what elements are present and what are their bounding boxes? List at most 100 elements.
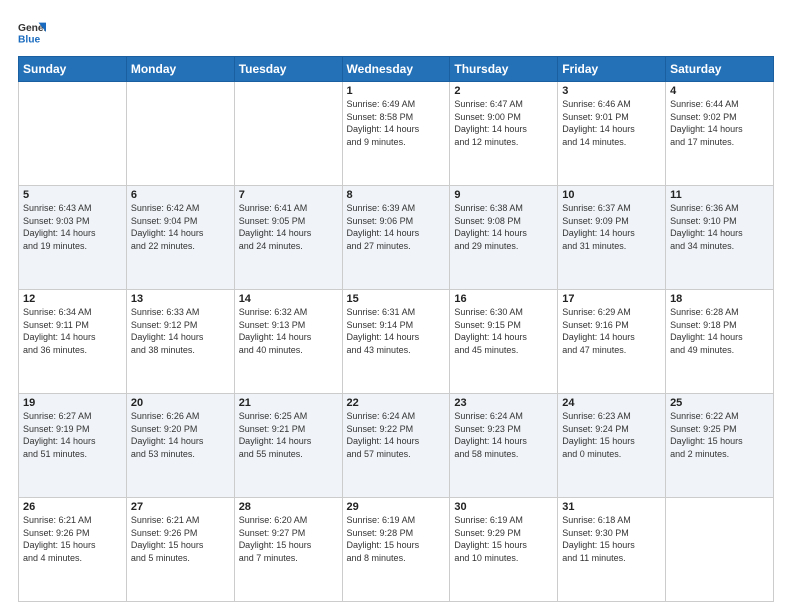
calendar-cell: 10Sunrise: 6:37 AM Sunset: 9:09 PM Dayli…	[558, 186, 666, 290]
weekday-header-saturday: Saturday	[666, 57, 774, 82]
header: General Blue	[18, 18, 774, 46]
day-number: 22	[347, 397, 446, 409]
day-info: Sunrise: 6:31 AM Sunset: 9:14 PM Dayligh…	[347, 306, 446, 356]
calendar-cell: 24Sunrise: 6:23 AM Sunset: 9:24 PM Dayli…	[558, 394, 666, 498]
day-info: Sunrise: 6:28 AM Sunset: 9:18 PM Dayligh…	[670, 306, 769, 356]
calendar-cell: 17Sunrise: 6:29 AM Sunset: 9:16 PM Dayli…	[558, 290, 666, 394]
day-number: 8	[347, 189, 446, 201]
day-info: Sunrise: 6:29 AM Sunset: 9:16 PM Dayligh…	[562, 306, 661, 356]
calendar-cell: 27Sunrise: 6:21 AM Sunset: 9:26 PM Dayli…	[126, 498, 234, 602]
day-info: Sunrise: 6:20 AM Sunset: 9:27 PM Dayligh…	[239, 514, 338, 564]
calendar-cell: 21Sunrise: 6:25 AM Sunset: 9:21 PM Dayli…	[234, 394, 342, 498]
calendar-cell: 15Sunrise: 6:31 AM Sunset: 9:14 PM Dayli…	[342, 290, 450, 394]
calendar-cell: 9Sunrise: 6:38 AM Sunset: 9:08 PM Daylig…	[450, 186, 558, 290]
calendar-cell: 22Sunrise: 6:24 AM Sunset: 9:22 PM Dayli…	[342, 394, 450, 498]
day-number: 2	[454, 85, 553, 97]
calendar-cell: 5Sunrise: 6:43 AM Sunset: 9:03 PM Daylig…	[19, 186, 127, 290]
day-info: Sunrise: 6:42 AM Sunset: 9:04 PM Dayligh…	[131, 202, 230, 252]
day-number: 16	[454, 293, 553, 305]
calendar-cell: 31Sunrise: 6:18 AM Sunset: 9:30 PM Dayli…	[558, 498, 666, 602]
calendar-cell: 28Sunrise: 6:20 AM Sunset: 9:27 PM Dayli…	[234, 498, 342, 602]
day-info: Sunrise: 6:37 AM Sunset: 9:09 PM Dayligh…	[562, 202, 661, 252]
day-number: 1	[347, 85, 446, 97]
day-number: 6	[131, 189, 230, 201]
weekday-header-friday: Friday	[558, 57, 666, 82]
logo: General Blue	[18, 18, 46, 46]
day-number: 20	[131, 397, 230, 409]
weekday-header-wednesday: Wednesday	[342, 57, 450, 82]
day-info: Sunrise: 6:24 AM Sunset: 9:22 PM Dayligh…	[347, 410, 446, 460]
day-number: 11	[670, 189, 769, 201]
day-number: 18	[670, 293, 769, 305]
calendar-cell: 1Sunrise: 6:49 AM Sunset: 8:58 PM Daylig…	[342, 82, 450, 186]
day-number: 21	[239, 397, 338, 409]
day-number: 25	[670, 397, 769, 409]
day-info: Sunrise: 6:24 AM Sunset: 9:23 PM Dayligh…	[454, 410, 553, 460]
day-number: 29	[347, 501, 446, 513]
day-info: Sunrise: 6:47 AM Sunset: 9:00 PM Dayligh…	[454, 98, 553, 148]
day-info: Sunrise: 6:25 AM Sunset: 9:21 PM Dayligh…	[239, 410, 338, 460]
day-info: Sunrise: 6:44 AM Sunset: 9:02 PM Dayligh…	[670, 98, 769, 148]
calendar-cell: 8Sunrise: 6:39 AM Sunset: 9:06 PM Daylig…	[342, 186, 450, 290]
day-number: 28	[239, 501, 338, 513]
calendar-week-0: 1Sunrise: 6:49 AM Sunset: 8:58 PM Daylig…	[19, 82, 774, 186]
day-number: 23	[454, 397, 553, 409]
day-number: 5	[23, 189, 122, 201]
calendar-cell: 7Sunrise: 6:41 AM Sunset: 9:05 PM Daylig…	[234, 186, 342, 290]
day-number: 14	[239, 293, 338, 305]
day-info: Sunrise: 6:34 AM Sunset: 9:11 PM Dayligh…	[23, 306, 122, 356]
calendar-cell: 4Sunrise: 6:44 AM Sunset: 9:02 PM Daylig…	[666, 82, 774, 186]
day-info: Sunrise: 6:36 AM Sunset: 9:10 PM Dayligh…	[670, 202, 769, 252]
day-number: 12	[23, 293, 122, 305]
day-info: Sunrise: 6:32 AM Sunset: 9:13 PM Dayligh…	[239, 306, 338, 356]
day-number: 26	[23, 501, 122, 513]
calendar-cell: 3Sunrise: 6:46 AM Sunset: 9:01 PM Daylig…	[558, 82, 666, 186]
day-number: 24	[562, 397, 661, 409]
day-info: Sunrise: 6:46 AM Sunset: 9:01 PM Dayligh…	[562, 98, 661, 148]
day-info: Sunrise: 6:49 AM Sunset: 8:58 PM Dayligh…	[347, 98, 446, 148]
day-info: Sunrise: 6:30 AM Sunset: 9:15 PM Dayligh…	[454, 306, 553, 356]
day-info: Sunrise: 6:19 AM Sunset: 9:28 PM Dayligh…	[347, 514, 446, 564]
calendar-page: General Blue SundayMondayTuesdayWednesda…	[0, 0, 792, 612]
weekday-header-sunday: Sunday	[19, 57, 127, 82]
day-info: Sunrise: 6:21 AM Sunset: 9:26 PM Dayligh…	[131, 514, 230, 564]
weekday-header-tuesday: Tuesday	[234, 57, 342, 82]
calendar-cell: 25Sunrise: 6:22 AM Sunset: 9:25 PM Dayli…	[666, 394, 774, 498]
calendar-cell: 18Sunrise: 6:28 AM Sunset: 9:18 PM Dayli…	[666, 290, 774, 394]
calendar-cell: 6Sunrise: 6:42 AM Sunset: 9:04 PM Daylig…	[126, 186, 234, 290]
day-number: 27	[131, 501, 230, 513]
calendar-cell	[666, 498, 774, 602]
calendar-cell: 23Sunrise: 6:24 AM Sunset: 9:23 PM Dayli…	[450, 394, 558, 498]
day-number: 31	[562, 501, 661, 513]
day-info: Sunrise: 6:22 AM Sunset: 9:25 PM Dayligh…	[670, 410, 769, 460]
calendar-cell: 16Sunrise: 6:30 AM Sunset: 9:15 PM Dayli…	[450, 290, 558, 394]
day-info: Sunrise: 6:41 AM Sunset: 9:05 PM Dayligh…	[239, 202, 338, 252]
weekday-header-monday: Monday	[126, 57, 234, 82]
svg-text:Blue: Blue	[18, 34, 41, 45]
calendar-week-2: 12Sunrise: 6:34 AM Sunset: 9:11 PM Dayli…	[19, 290, 774, 394]
day-info: Sunrise: 6:18 AM Sunset: 9:30 PM Dayligh…	[562, 514, 661, 564]
day-info: Sunrise: 6:26 AM Sunset: 9:20 PM Dayligh…	[131, 410, 230, 460]
calendar-cell	[126, 82, 234, 186]
day-number: 19	[23, 397, 122, 409]
weekday-header-thursday: Thursday	[450, 57, 558, 82]
weekday-header-row: SundayMondayTuesdayWednesdayThursdayFrid…	[19, 57, 774, 82]
calendar-cell: 2Sunrise: 6:47 AM Sunset: 9:00 PM Daylig…	[450, 82, 558, 186]
calendar-cell: 11Sunrise: 6:36 AM Sunset: 9:10 PM Dayli…	[666, 186, 774, 290]
day-number: 13	[131, 293, 230, 305]
calendar-cell: 13Sunrise: 6:33 AM Sunset: 9:12 PM Dayli…	[126, 290, 234, 394]
calendar-week-1: 5Sunrise: 6:43 AM Sunset: 9:03 PM Daylig…	[19, 186, 774, 290]
day-number: 7	[239, 189, 338, 201]
calendar-cell: 29Sunrise: 6:19 AM Sunset: 9:28 PM Dayli…	[342, 498, 450, 602]
calendar-cell: 26Sunrise: 6:21 AM Sunset: 9:26 PM Dayli…	[19, 498, 127, 602]
calendar-week-4: 26Sunrise: 6:21 AM Sunset: 9:26 PM Dayli…	[19, 498, 774, 602]
day-info: Sunrise: 6:21 AM Sunset: 9:26 PM Dayligh…	[23, 514, 122, 564]
calendar-cell: 20Sunrise: 6:26 AM Sunset: 9:20 PM Dayli…	[126, 394, 234, 498]
day-number: 30	[454, 501, 553, 513]
calendar-cell	[234, 82, 342, 186]
day-info: Sunrise: 6:19 AM Sunset: 9:29 PM Dayligh…	[454, 514, 553, 564]
day-number: 4	[670, 85, 769, 97]
day-info: Sunrise: 6:27 AM Sunset: 9:19 PM Dayligh…	[23, 410, 122, 460]
day-number: 10	[562, 189, 661, 201]
calendar-cell: 14Sunrise: 6:32 AM Sunset: 9:13 PM Dayli…	[234, 290, 342, 394]
